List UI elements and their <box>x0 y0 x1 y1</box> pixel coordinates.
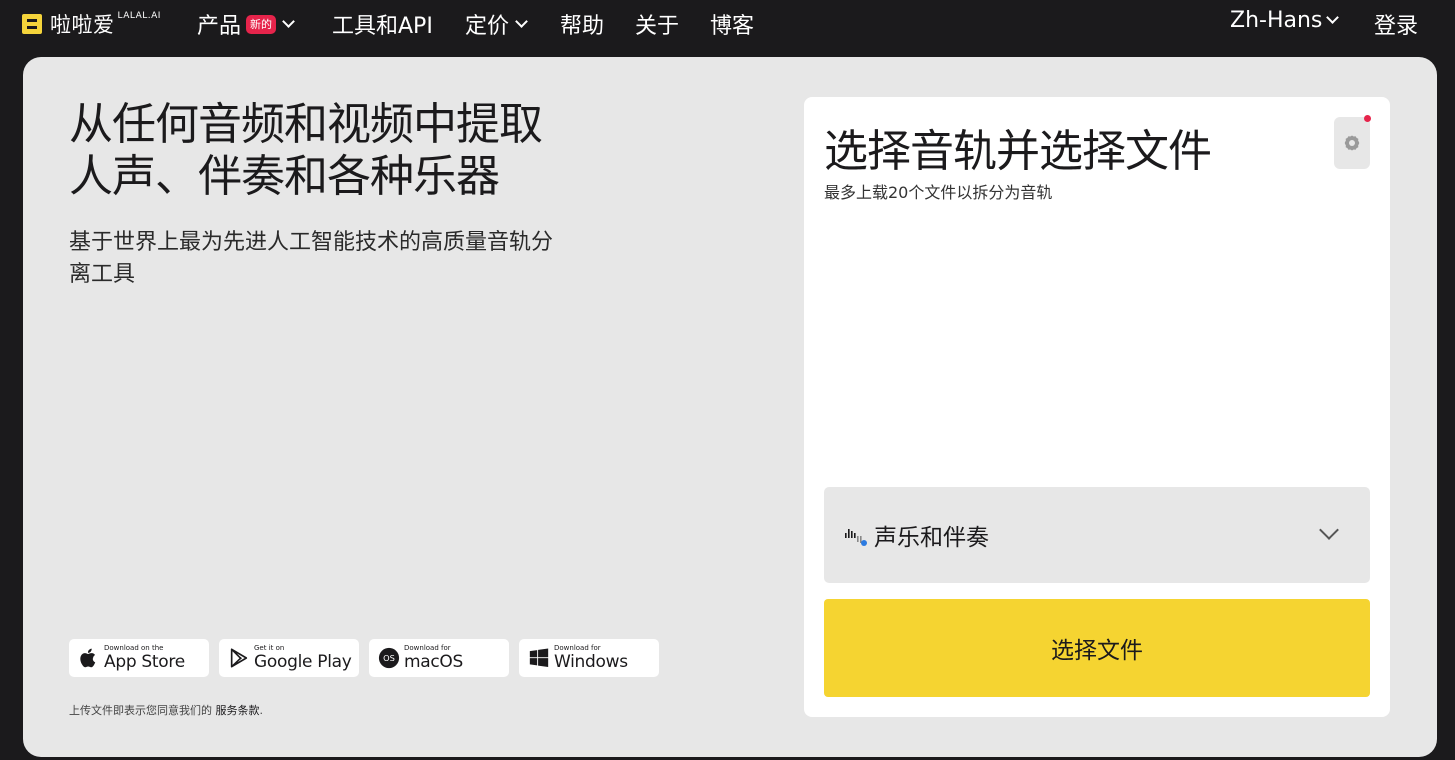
windows-button[interactable]: Download for Windows <box>519 639 659 677</box>
gear-icon <box>1344 135 1360 151</box>
nav-about[interactable]: 关于 <box>635 8 679 40</box>
chevron-down-icon <box>1319 520 1339 540</box>
google-play-button[interactable]: Get it on Google Play <box>219 639 359 677</box>
chevron-down-icon <box>515 14 528 28</box>
stem-select[interactable]: 声乐和伴奏 <box>824 487 1370 583</box>
logo-text: 啦啦爱 <box>50 13 115 37</box>
new-badge: 新的 <box>246 14 277 34</box>
terms-suffix: . <box>259 704 264 717</box>
store-big-text: macOS <box>404 652 463 672</box>
nav-products[interactable]: 产品 新的 <box>197 8 295 40</box>
login-link[interactable]: 登录 <box>1374 8 1418 40</box>
nav-pricing[interactable]: 定价 <box>465 8 528 40</box>
logo-mark-icon <box>22 14 42 34</box>
top-nav: 啦啦爱 LALAL.AI 产品 新的 工具和API 定价 帮助 关于 博客 Zh… <box>0 0 1455 48</box>
upload-subtitle: 最多上载20个文件以拆分为音轨 <box>824 183 1053 202</box>
hero-title-line2: 人声、伴奏和各种乐器 <box>69 151 500 202</box>
chevron-down-icon <box>282 14 295 28</box>
store-small-text: Download on the <box>104 644 164 652</box>
logo[interactable]: 啦啦爱 LALAL.AI <box>22 11 161 37</box>
hero-subtitle: 基于世界上最为先进人工智能技术的高质量音轨分离工具 <box>69 230 554 287</box>
hero-title: 从任何音频和视频中提取 人声、伴奏和各种乐器 <box>69 99 629 203</box>
terms-notice: 上传文件即表示您同意我们的 服务条款. <box>69 702 263 718</box>
store-small-text: Download for <box>404 644 451 652</box>
macos-button[interactable]: OS Download for macOS <box>369 639 509 677</box>
store-big-text: Google Play <box>254 652 352 672</box>
terms-link[interactable]: 服务条款 <box>216 704 260 717</box>
svg-text:OS: OS <box>383 653 395 663</box>
macos-icon: OS <box>378 647 400 669</box>
hero-title-line1: 从任何音频和视频中提取 <box>69 99 543 150</box>
language-label: Zh-Hans <box>1230 8 1323 33</box>
main-panel: 从任何音频和视频中提取 人声、伴奏和各种乐器 基于世界上最为先进人工智能技术的高… <box>23 57 1437 757</box>
windows-icon <box>529 648 549 667</box>
upload-title: 选择音轨并选择文件 <box>824 126 1212 177</box>
language-selector[interactable]: Zh-Hans <box>1230 8 1340 33</box>
nav-pricing-label: 定价 <box>465 14 510 39</box>
settings-button[interactable] <box>1334 115 1371 169</box>
store-small-text: Download for <box>554 644 601 652</box>
choose-file-button[interactable]: 选择文件 <box>824 599 1370 697</box>
notification-dot <box>1364 115 1371 122</box>
store-big-text: Windows <box>554 652 628 672</box>
chevron-down-icon <box>1326 11 1340 24</box>
logo-sup: LALAL.AI <box>117 11 161 21</box>
google-play-icon <box>230 648 248 668</box>
store-big-text: App Store <box>104 652 185 672</box>
nav-tools-api[interactable]: 工具和API <box>332 8 433 40</box>
store-small-text: Get it on <box>254 644 285 652</box>
terms-prefix: 上传文件即表示您同意我们的 <box>69 704 212 717</box>
nav-blog[interactable]: 博客 <box>710 8 754 40</box>
nav-help[interactable]: 帮助 <box>560 8 604 40</box>
stem-select-label: 声乐和伴奏 <box>874 525 989 551</box>
waveform-icon <box>845 529 867 546</box>
upload-card: 选择音轨并选择文件 最多上载20个文件以拆分为音轨 声乐和伴奏 选择文件 <box>804 97 1390 717</box>
app-store-button[interactable]: Download on the App Store <box>69 639 209 677</box>
nav-products-label: 产品 <box>197 14 242 39</box>
apple-icon <box>80 648 96 668</box>
store-buttons: Download on the App Store Get it on Goog… <box>69 639 659 677</box>
